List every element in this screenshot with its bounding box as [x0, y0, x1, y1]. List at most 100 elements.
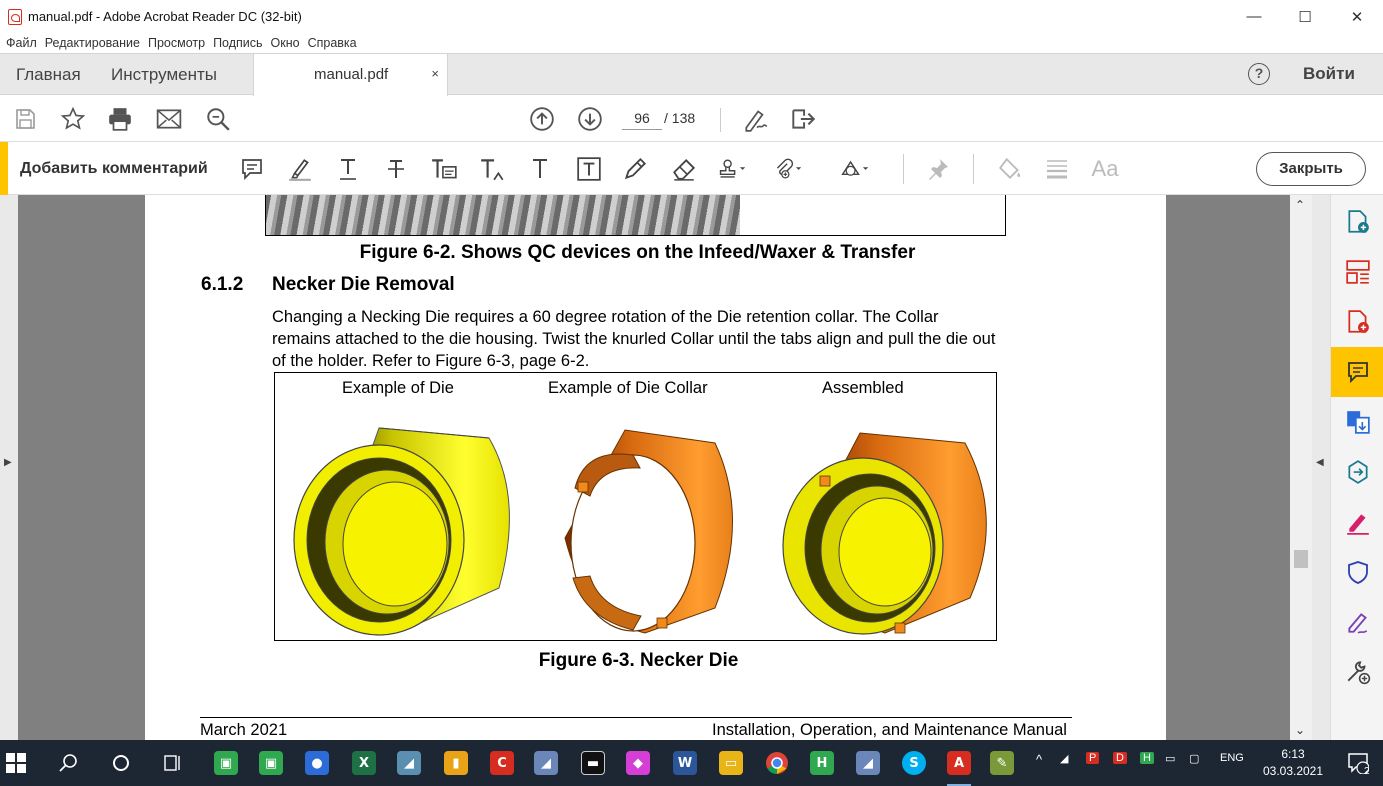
print-icon[interactable]: [105, 104, 135, 134]
taskbar-app-icon[interactable]: ▣: [255, 747, 287, 779]
draw-pencil-icon[interactable]: [620, 154, 650, 184]
help-icon[interactable]: ?: [1248, 63, 1270, 85]
windows-start-icon[interactable]: [0, 747, 32, 779]
page-up-icon[interactable]: [527, 104, 557, 134]
protect-icon[interactable]: [1331, 547, 1383, 597]
network-icon[interactable]: ▢: [1189, 752, 1199, 765]
skype-icon[interactable]: S: [898, 747, 930, 779]
bookmark-star-icon[interactable]: [58, 104, 88, 134]
taskbar-app-icon[interactable]: ✎: [986, 747, 1018, 779]
close-comment-button[interactable]: Закрыть: [1256, 152, 1366, 186]
language-indicator[interactable]: ENG: [1220, 752, 1244, 764]
taskbar-app-icon[interactable]: ◆: [622, 747, 654, 779]
export-pdf-icon[interactable]: [1331, 297, 1383, 347]
request-signature-icon[interactable]: [1331, 597, 1383, 647]
page-total: / 138: [664, 110, 696, 126]
fill-and-sign-icon[interactable]: [1331, 497, 1383, 547]
excel-icon[interactable]: X: [348, 747, 380, 779]
taskbar-app-icon[interactable]: ●: [301, 747, 333, 779]
search-icon[interactable]: [53, 747, 85, 779]
section-paragraph: Changing a Necking Die requires a 60 deg…: [272, 306, 1072, 372]
tab-tools[interactable]: Инструменты: [111, 54, 217, 95]
eraser-icon[interactable]: [669, 154, 699, 184]
highlight-icon[interactable]: [285, 154, 315, 184]
clock-date: 03.03.2021: [1262, 764, 1324, 778]
page-down-icon[interactable]: [575, 104, 605, 134]
taskbar-app-icon[interactable]: ◢: [530, 747, 562, 779]
word-icon[interactable]: W: [669, 747, 701, 779]
tab-document[interactable]: manual.pdf ×: [253, 54, 448, 96]
signin-button[interactable]: Войти: [1303, 64, 1355, 84]
tab-home[interactable]: Главная: [16, 54, 81, 95]
scroll-up-icon[interactable]: ⌃: [1295, 198, 1305, 212]
left-panel-toggle[interactable]: ▶: [0, 195, 18, 740]
right-panel-toggle[interactable]: ◀: [1312, 195, 1330, 740]
file-explorer-icon[interactable]: ▭: [715, 747, 747, 779]
tab-close-icon[interactable]: ×: [431, 66, 439, 81]
create-pdf-icon[interactable]: [1331, 197, 1383, 247]
menu-file[interactable]: Файл: [6, 36, 37, 50]
menu-help[interactable]: Справка: [308, 36, 357, 50]
system-clock[interactable]: 6:13 03.03.2021: [1258, 746, 1328, 780]
taskbar-app-icon[interactable]: ▣: [210, 747, 242, 779]
share-icon[interactable]: [788, 104, 818, 134]
tray-app-icon[interactable]: P: [1086, 752, 1100, 764]
collapse-right-icon[interactable]: ◀: [1316, 457, 1324, 468]
shapes-icon[interactable]: [840, 154, 870, 184]
comment-tool-icon[interactable]: [1331, 347, 1383, 397]
menu-sign[interactable]: Подпись: [213, 36, 262, 50]
paragraph-line: of the holder. Refer to Figure 6-3, page…: [272, 352, 590, 370]
sticky-note-icon[interactable]: [237, 154, 267, 184]
close-window-button[interactable]: ✕: [1331, 0, 1383, 33]
menu-window[interactable]: Окно: [271, 36, 300, 50]
insert-text-icon[interactable]: [478, 154, 508, 184]
chrome-icon[interactable]: [761, 747, 793, 779]
tray-app-icon[interactable]: H: [1140, 752, 1154, 764]
email-icon[interactable]: [154, 104, 184, 134]
combine-files-icon[interactable]: [1331, 397, 1383, 447]
minimize-button[interactable]: —: [1228, 0, 1280, 33]
send-for-review-icon[interactable]: [1331, 447, 1383, 497]
tray-app-icon[interactable]: ◢: [1060, 752, 1068, 765]
comment-toolbar: Добавить комментарий Aa Закрыть: [0, 142, 1383, 195]
tray-app-icon[interactable]: D: [1113, 752, 1127, 764]
text-box-icon[interactable]: [574, 154, 604, 184]
stamp-icon[interactable]: [717, 154, 747, 184]
battery-icon[interactable]: ▭: [1165, 752, 1175, 765]
toolbar-divider: [720, 108, 721, 132]
taskbar-app-icon[interactable]: H: [806, 747, 838, 779]
organize-pages-icon[interactable]: [1331, 247, 1383, 297]
replace-text-icon[interactable]: [429, 154, 459, 184]
expand-left-icon[interactable]: ▶: [4, 457, 12, 468]
save-icon[interactable]: [10, 104, 40, 134]
taskbar-app-icon[interactable]: ◢: [393, 747, 425, 779]
scrollbar-thumb[interactable]: [1294, 550, 1308, 568]
taskbar-app-icon[interactable]: ◢: [852, 747, 884, 779]
task-view-icon[interactable]: [157, 747, 189, 779]
text-properties-icon[interactable]: Aa: [1090, 154, 1120, 184]
notification-center-icon[interactable]: 2: [1342, 747, 1374, 779]
strikethrough-icon[interactable]: [381, 154, 411, 184]
acrobat-taskbar-icon[interactable]: A: [943, 747, 975, 786]
fill-color-icon[interactable]: [995, 154, 1025, 184]
scroll-down-icon[interactable]: ⌄: [1295, 723, 1305, 737]
taskbar-app-icon[interactable]: ▮: [440, 747, 472, 779]
sign-pen-icon[interactable]: [741, 104, 771, 134]
vertical-scrollbar[interactable]: ⌃ ⌄: [1290, 195, 1312, 740]
attach-file-icon[interactable]: [773, 154, 803, 184]
cortana-icon[interactable]: [105, 747, 137, 779]
comment-toolbar-label: Добавить комментарий: [20, 160, 208, 177]
page-number-input[interactable]: 96: [622, 106, 662, 130]
zoom-search-icon[interactable]: [203, 104, 233, 134]
line-weight-icon[interactable]: [1042, 154, 1072, 184]
tray-expand-icon[interactable]: ^: [1036, 752, 1042, 767]
menu-edit[interactable]: Редактирование: [45, 36, 140, 50]
underline-text-icon[interactable]: [333, 154, 363, 184]
taskbar-app-icon[interactable]: ▬: [577, 747, 609, 779]
maximize-button[interactable]: ☐: [1279, 0, 1331, 33]
add-text-icon[interactable]: [525, 154, 555, 184]
more-tools-icon[interactable]: [1331, 647, 1383, 697]
pin-icon[interactable]: [923, 154, 953, 184]
taskbar-app-icon[interactable]: C: [486, 747, 518, 779]
menu-view[interactable]: Просмотр: [148, 36, 205, 50]
